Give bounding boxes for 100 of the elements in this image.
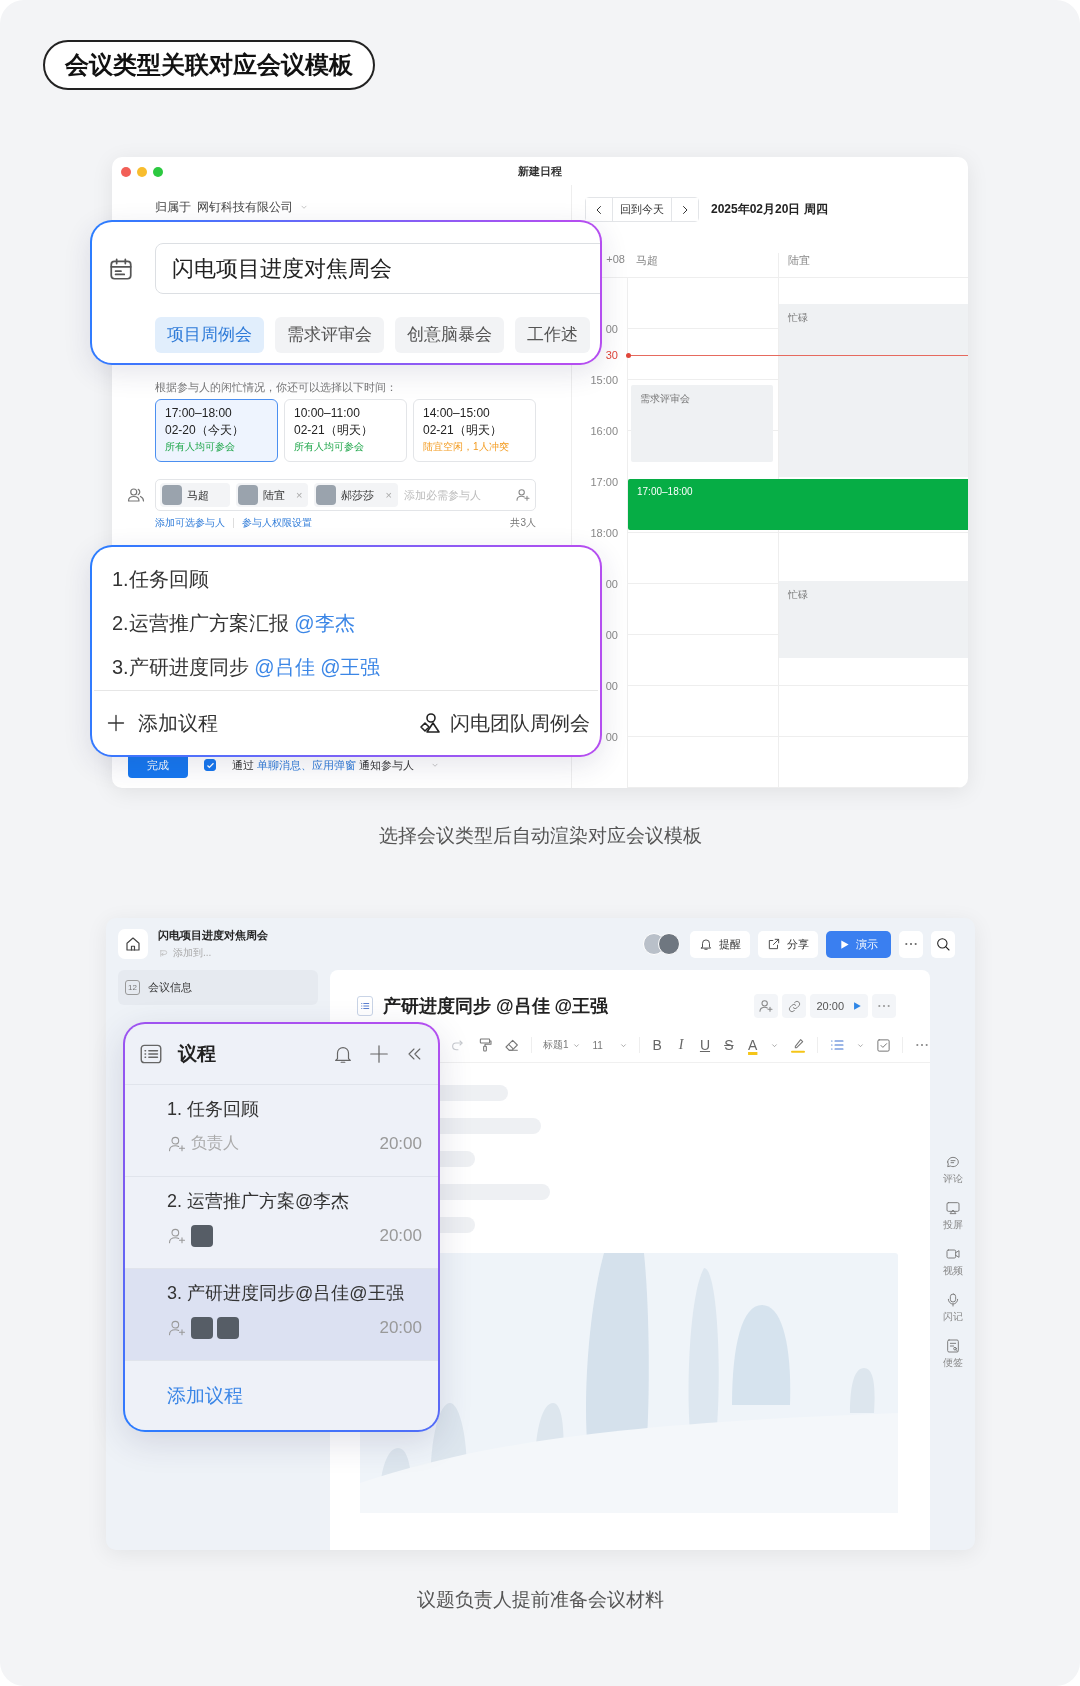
agenda-title: 3. 产研进度同步@吕佳@王强 (167, 1282, 405, 1305)
collaborator-avatars (643, 933, 680, 955)
bold-button[interactable]: B (650, 1037, 664, 1053)
title-input-field[interactable]: 闪电项目进度对焦周会 (155, 243, 600, 294)
comment-button[interactable]: 评论 (942, 1154, 963, 1186)
dropdown[interactable]: 标题1 (542, 1038, 582, 1052)
date-label: 2025年02月20日 周四 (711, 201, 828, 218)
avatar (162, 485, 182, 505)
add-person-icon[interactable] (167, 1226, 187, 1246)
link[interactable]: 添加可选参与人 (155, 516, 225, 530)
template-name[interactable]: 闪电团队周例会 (450, 709, 590, 737)
close-button[interactable] (121, 167, 131, 177)
date-label: 02-20（今天） (165, 423, 245, 438)
time-label: 00 (605, 577, 618, 591)
link[interactable]: 参与人权限设置 (242, 516, 312, 530)
eraser-icon[interactable] (504, 1037, 520, 1053)
attendee-name: 郝莎莎 (341, 487, 375, 503)
maximize-button[interactable] (153, 167, 163, 177)
bell-icon (699, 937, 713, 951)
share-icon (767, 937, 781, 951)
play-icon (839, 938, 850, 950)
suggestion-hint: 根据参与人的闲忙情况，你还可以选择以下时间： (155, 380, 397, 393)
proposed-event[interactable]: 17:00–18:00 (628, 479, 968, 531)
time-label: 30 (605, 347, 618, 362)
share-button[interactable]: 分享 (758, 930, 818, 958)
busy-block[interactable]: 忙碌 (779, 581, 968, 658)
agenda-item: 1.任务回顾 (112, 567, 210, 592)
add-agenda-button[interactable]: 添加议程 (167, 1382, 243, 1409)
meeting-type-tab[interactable]: 需求评审会 (275, 316, 384, 353)
agenda-heading: 产研进度同步 @吕佳 @王强 (383, 995, 610, 1018)
checkbox-icon[interactable] (876, 1037, 892, 1053)
remind-button[interactable]: 提醒 (690, 930, 750, 958)
attendee-name: 陆宜 (263, 487, 285, 503)
video-button[interactable]: 视频 (942, 1246, 963, 1278)
time-label: 00 (605, 679, 618, 693)
underline-button[interactable]: U (698, 1037, 712, 1053)
attendee-name: 马超 (187, 487, 209, 503)
minimize-button[interactable] (137, 167, 147, 177)
add-person-icon[interactable] (167, 1318, 187, 1338)
video-icon (944, 1246, 961, 1262)
agenda-item: 2.运营推广方案汇报 @李杰 (112, 611, 356, 636)
text-color-button[interactable]: A (746, 1037, 760, 1053)
note-icon (944, 1338, 961, 1354)
checkbox[interactable] (204, 759, 216, 771)
duration-label: 20:00 (816, 1000, 844, 1012)
agenda-item[interactable]: 3. 产研进度同步@吕佳@王强 20:00 (125, 1268, 438, 1360)
duration-label: 20:00 (379, 1318, 422, 1338)
column-header: 马超 (636, 254, 658, 266)
calendar-icon: 12 (125, 980, 140, 995)
cast-button[interactable]: 投屏 (942, 1200, 963, 1232)
add-person-button[interactable] (754, 994, 779, 1018)
plus-icon[interactable] (368, 1043, 390, 1065)
add-agenda-button[interactable]: 添加议程 (106, 709, 218, 737)
time-range: 14:00–15:00 (423, 406, 491, 421)
column-header: 陆宜 (788, 254, 810, 266)
note-button[interactable]: 便签 (942, 1338, 963, 1370)
link-icon (786, 998, 802, 1014)
avatar (217, 1317, 239, 1339)
caption: 议题负责人提前准备会议材料 (416, 1589, 664, 1610)
time-label: 00 (605, 628, 618, 642)
meeting-type-tab[interactable]: 创意脑暴会 (395, 316, 504, 353)
comment-icon (944, 1154, 961, 1170)
bullets-icon (360, 1001, 370, 1011)
time-option-card[interactable]: 14:00–15:00 02-21（明天） 陆宜空闲，1人冲突 (413, 399, 536, 462)
italic-button[interactable]: I (674, 1037, 688, 1053)
busy-block[interactable]: 忙碌 (779, 303, 968, 477)
mic-button[interactable]: 闪记 (942, 1292, 963, 1324)
meeting-type-tab[interactable]: 项目周例会 (155, 316, 264, 353)
sidebar-item[interactable]: 12 会议信息 (118, 970, 318, 1005)
play-icon[interactable] (852, 1001, 862, 1011)
format-painter-icon[interactable] (477, 1037, 493, 1053)
time-label: 15:00 (590, 373, 618, 387)
time-option-card[interactable]: 17:00–18:00 02-20（今天） 所有人均可参会 (155, 399, 278, 462)
event-block[interactable]: 需求评审会 (631, 385, 773, 462)
search-icon (935, 936, 951, 952)
time-label: 18:00 (590, 526, 618, 540)
add-person-icon (515, 487, 531, 503)
search-button[interactable] (931, 930, 955, 958)
meeting-type-tab[interactable]: 工作述 (515, 316, 590, 353)
panel-title: 议程 (178, 1042, 217, 1066)
people-icon (127, 486, 145, 504)
owner-value[interactable]: 网钉科技有限公司 (197, 198, 293, 216)
dropdown[interactable]: 11 (592, 1039, 628, 1051)
bulleted-list-icon[interactable] (829, 1037, 846, 1053)
highlighter-icon[interactable] (790, 1036, 807, 1054)
agenda-item: 3.产研进度同步 @吕佳 @王强 (112, 655, 382, 680)
present-button[interactable]: 演示 (826, 930, 891, 958)
time-range: 17:00–18:00 (165, 406, 233, 421)
section-heading: 会议类型关联对应会议模板 (43, 40, 375, 90)
document-title: 闪电项目进度对焦周会 (158, 928, 268, 943)
time-label: 16:00 (590, 424, 618, 438)
time-option-card[interactable]: 10:00–11:00 02-21（明天） 所有人均可参会 (284, 399, 407, 462)
agenda-title: 2. 运营推广方案@李杰 (167, 1190, 351, 1213)
duration-label: 20:00 (379, 1226, 422, 1246)
home-button[interactable] (118, 929, 148, 959)
agenda-item[interactable]: 1. 任务回顾 负责人 20:00 (125, 1084, 438, 1176)
link-button[interactable] (782, 994, 807, 1018)
avatar (191, 1317, 213, 1339)
shapes-icon (418, 711, 442, 735)
strikethrough-button[interactable]: S (722, 1037, 736, 1053)
